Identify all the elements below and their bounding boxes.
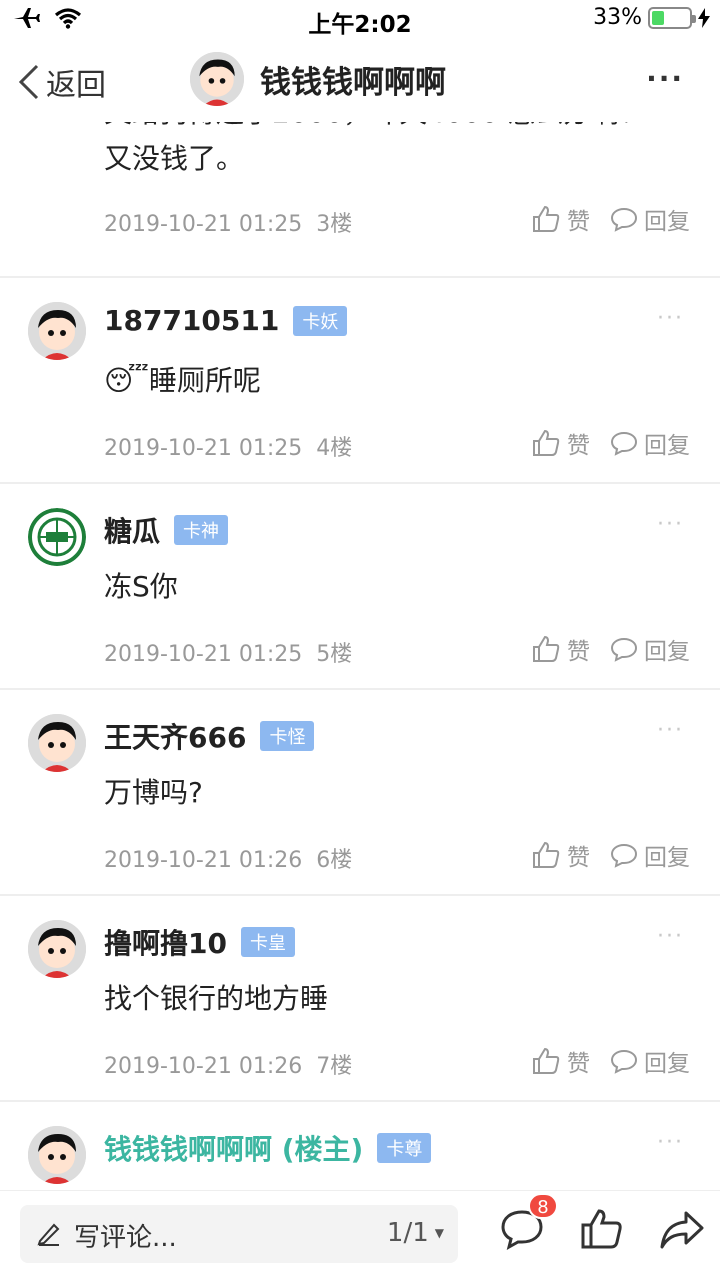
reply-button[interactable]: 回复 [610,838,690,872]
username[interactable]: 钱钱钱啊啊啊 (楼主) [104,1128,363,1168]
battery-percent: 33% [593,5,642,30]
chevron-left-icon [18,64,39,100]
caret-down-icon: ▼ [434,1226,444,1240]
nav-bar: 返回 钱钱钱啊啊啊 ··· [0,40,720,122]
post-floor-4: 187710511 卡妖 ··· 😴睡厕所呢 2019-10-21 01:25 … [0,278,720,484]
battery-icon [648,6,696,29]
username[interactable]: 撸啊撸10 [104,922,227,962]
sleepy-emoji-icon: 😴 [104,364,149,397]
level-badge: 卡妖 [293,305,348,336]
bottom-bar: 写评论... 1/1 ▼ 8 [0,1190,720,1280]
like-button[interactable]: 赞 [531,202,590,236]
comment-input[interactable]: 写评论... 1/1 ▼ [20,1205,458,1263]
reply-button[interactable]: 回复 [610,632,690,666]
comment-bubble-icon [610,1049,638,1074]
username[interactable]: 王天齐666 [104,716,246,756]
level-badge: 卡神 [174,515,229,545]
like-button[interactable]: 赞 [531,426,590,460]
back-label: 返回 [46,68,106,103]
avatar[interactable] [28,508,86,566]
avatar[interactable] [28,1126,86,1184]
back-button[interactable]: 返回 [18,60,106,104]
comment-placeholder: 写评论... [74,1223,177,1253]
comment-bubble-icon [610,843,638,868]
post-meta: 2019-10-21 01:25 4楼 [104,436,353,461]
post-more-button[interactable]: ··· [657,1130,684,1155]
post-header: 187710511 卡妖 [104,304,348,337]
post-header: 王天齐666 卡怪 [104,716,315,756]
comment-bubble-icon [610,637,638,662]
post-meta: 2019-10-21 01:26 7楼 [104,1054,353,1079]
reply-button[interactable]: 回复 [610,202,690,236]
post-text: 😴睡厕所呢 [104,364,261,397]
post-floor-3: 又给狗博送了2000，昨天4000.怎么办啊！ 又没钱了。 2019-10-21… [0,100,720,278]
like-button[interactable]: 赞 [531,838,590,872]
thumbs-up-icon [533,841,560,868]
post-floor-op: 钱钱钱啊啊啊 (楼主) 卡尊 ··· [0,1102,720,1190]
post-more-button[interactable]: ··· [657,718,684,743]
post-more-button[interactable]: ··· [657,306,684,331]
thread-content[interactable]: 又给狗博送了2000，昨天4000.怎么办啊！ 又没钱了。 2019-10-21… [0,100,720,1190]
thumbs-up-icon [533,635,560,662]
avatar[interactable] [28,302,86,360]
status-bar: 上午2:02 33% [0,0,720,40]
username[interactable]: 187710511 [104,304,279,337]
post-more-button[interactable]: ··· [657,512,684,537]
status-right: 33% [593,5,710,30]
page-title: 钱钱钱啊啊啊 [260,64,446,101]
level-badge: 卡皇 [240,927,295,957]
thumbs-up-icon [533,1047,560,1074]
post-floor-5: 糖瓜 卡神 ··· 冻S你 2019-10-21 01:25 5楼 赞 回复 [0,484,720,690]
avatar [190,52,244,106]
post-text: 万博吗? [104,776,203,809]
level-badge: 卡怪 [260,721,315,751]
thumbs-up-icon [533,429,560,456]
post-floor-6: 王天齐666 卡怪 ··· 万博吗? 2019-10-21 01:26 6楼 赞… [0,690,720,896]
post-text: 找个银行的地方睡 [104,982,329,1015]
comment-bubble-icon [610,431,638,456]
avatar[interactable] [28,920,86,978]
reply-button[interactable]: 回复 [610,1044,690,1078]
post-text: 冻S你 [104,570,178,603]
like-button[interactable]: 赞 [531,1044,590,1078]
logo-avatar-icon [28,508,86,566]
post-header: 糖瓜 卡神 [104,510,229,550]
share-button[interactable] [660,1207,704,1251]
comment-bubble-icon [610,207,638,232]
pencil-icon [37,1223,60,1246]
level-badge: 卡尊 [377,1133,432,1163]
avatar[interactable] [28,714,86,772]
post-header: 钱钱钱啊啊啊 (楼主) 卡尊 [104,1128,432,1168]
post-more-button[interactable]: ··· [657,924,684,949]
nav-title-group[interactable]: 钱钱钱啊啊啊 [190,52,446,106]
post-meta: 2019-10-21 01:25 5楼 [104,642,353,667]
like-thread-button[interactable] [580,1207,624,1251]
username[interactable]: 糖瓜 [104,510,160,550]
post-floor-7: 撸啊撸10 卡皇 ··· 找个银行的地方睡 2019-10-21 01:26 7… [0,896,720,1102]
more-options-button[interactable]: ··· [646,62,684,95]
charging-icon [698,7,710,28]
thumbs-up-icon [533,205,560,232]
post-meta: 2019-10-21 01:26 6楼 [104,848,353,873]
post-header: 撸啊撸10 卡皇 [104,922,295,962]
notification-badge: 8 [528,1193,558,1219]
post-meta: 2019-10-21 01:25 3楼 [104,212,353,237]
battery-level [652,10,664,25]
reply-button[interactable]: 回复 [610,426,690,460]
like-button[interactable]: 赞 [531,632,590,666]
page-selector[interactable]: 1/1 ▼ [387,1218,444,1248]
